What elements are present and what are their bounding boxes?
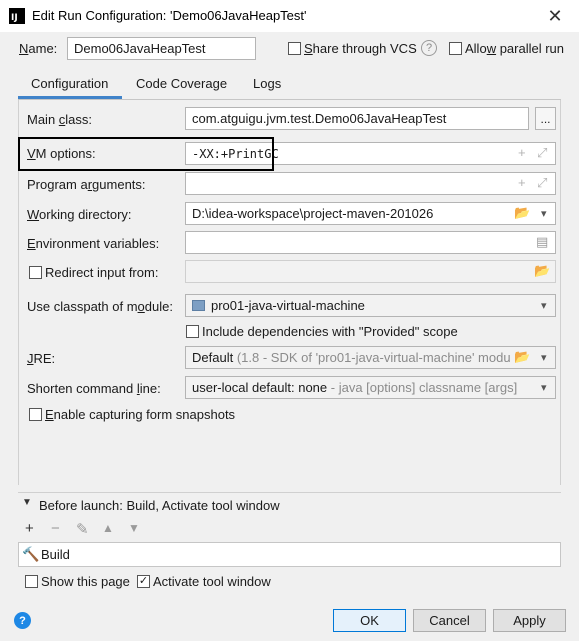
chevron-down-icon[interactable]: ▾ bbox=[541, 207, 547, 220]
activate-tool-window-label: Activate tool window bbox=[153, 574, 271, 589]
remove-icon[interactable]: − bbox=[51, 520, 60, 537]
ok-button[interactable]: OK bbox=[333, 609, 406, 632]
program-arguments-label: Program arguments: bbox=[27, 177, 146, 192]
show-this-page-label: Show this page bbox=[41, 574, 130, 589]
chevron-down-icon[interactable]: ▾ bbox=[541, 351, 547, 364]
help-question-icon[interactable]: ? bbox=[421, 40, 437, 56]
classpath-module-label: Use classpath of module: bbox=[27, 299, 173, 314]
folder-icon[interactable]: 📂 bbox=[514, 349, 530, 365]
main-class-value: com.atguigu.jvm.test.Demo06JavaHeapTest bbox=[192, 111, 447, 126]
redirect-input-checkbox[interactable] bbox=[29, 266, 42, 279]
classpath-module-value: pro01-java-virtual-machine bbox=[211, 298, 365, 313]
working-directory-value: D:\idea-workspace\project-maven-201026 bbox=[192, 206, 434, 221]
include-provided-label: Include dependencies with "Provided" sco… bbox=[202, 324, 458, 339]
move-down-icon[interactable]: ▼ bbox=[128, 521, 140, 535]
allow-parallel-label: Allow parallel run bbox=[465, 41, 565, 56]
folder-icon[interactable]: 📂 bbox=[514, 205, 530, 221]
apply-button[interactable]: Apply bbox=[493, 609, 566, 632]
include-provided-checkbox[interactable] bbox=[186, 325, 199, 338]
hammer-icon: 🔨 bbox=[22, 546, 40, 562]
name-field[interactable]: Demo06JavaHeapTest bbox=[67, 37, 256, 60]
add-icon[interactable]: + bbox=[25, 520, 34, 537]
main-class-field[interactable]: com.atguigu.jvm.test.Demo06JavaHeapTest bbox=[185, 107, 529, 130]
program-arguments-field[interactable] bbox=[185, 172, 556, 195]
move-up-icon[interactable]: ▲ bbox=[102, 521, 114, 535]
separator bbox=[18, 492, 561, 493]
name-label: Name: bbox=[19, 41, 58, 56]
before-launch-task-list bbox=[18, 542, 561, 567]
intellij-app-icon: IJ bbox=[9, 8, 25, 24]
jre-hint: (1.8 - SDK of 'pro01-java-virtual-machin… bbox=[236, 350, 511, 365]
working-directory-field[interactable]: D:\idea-workspace\project-maven-201026 bbox=[185, 202, 556, 225]
tab-code-coverage[interactable]: Code Coverage bbox=[136, 76, 227, 100]
chevron-down-icon[interactable]: ▾ bbox=[541, 381, 547, 394]
folder-icon: 📂 bbox=[534, 263, 551, 278]
collapse-triangle-icon[interactable]: ▼ bbox=[22, 497, 32, 508]
environment-variables-field[interactable] bbox=[185, 231, 556, 254]
before-launch-label[interactable]: Before launch: Build, Activate tool wind… bbox=[39, 498, 280, 513]
name-value: Demo06JavaHeapTest bbox=[74, 41, 206, 56]
show-this-page-checkbox[interactable] bbox=[25, 575, 38, 588]
allow-parallel-checkbox[interactable] bbox=[449, 42, 462, 55]
add-plus-icon[interactable]: + bbox=[518, 145, 526, 160]
browse-main-class-button[interactable]: ... bbox=[535, 107, 556, 130]
capture-snapshots-label: Enable capturing form snapshots bbox=[45, 407, 236, 422]
cancel-button[interactable]: Cancel bbox=[413, 609, 486, 632]
shorten-command-line-dropdown[interactable]: user-local default: none - java [options… bbox=[185, 376, 556, 399]
add-plus-icon[interactable]: + bbox=[518, 175, 526, 190]
shorten-command-line-value: user-local default: none bbox=[192, 380, 328, 395]
window-title: Edit Run Configuration: 'Demo06JavaHeapT… bbox=[32, 8, 307, 23]
capture-snapshots-checkbox[interactable] bbox=[29, 408, 42, 421]
close-icon[interactable]: ✕ bbox=[543, 4, 567, 28]
jre-value: Default bbox=[192, 350, 234, 365]
document-icon[interactable]: ▤ bbox=[536, 234, 548, 250]
tab-logs[interactable]: Logs bbox=[253, 76, 281, 100]
expand-icon[interactable]: ⤢ bbox=[537, 175, 547, 191]
tabs-divider bbox=[18, 99, 561, 100]
edit-pencil-icon[interactable]: ✎ bbox=[76, 520, 89, 538]
share-vcs-checkbox[interactable] bbox=[288, 42, 301, 55]
share-vcs-label: Share through VCS bbox=[304, 41, 417, 56]
classpath-module-dropdown[interactable]: pro01-java-virtual-machine bbox=[185, 294, 556, 317]
environment-variables-label: Environment variables: bbox=[27, 236, 160, 251]
expand-icon[interactable]: ⤢ bbox=[537, 145, 547, 161]
working-directory-label: Working directory: bbox=[27, 207, 132, 222]
build-task-item[interactable]: Build bbox=[41, 547, 70, 562]
redirect-input-field bbox=[185, 260, 556, 283]
main-class-label: Main class: bbox=[27, 112, 93, 127]
jre-dropdown[interactable]: Default (1.8 - SDK of 'pro01-java-virtua… bbox=[185, 346, 556, 369]
module-folder-icon bbox=[192, 300, 205, 311]
help-icon[interactable]: ? bbox=[14, 612, 31, 629]
redirect-input-label: Redirect input from: bbox=[45, 265, 159, 280]
shorten-command-line-label: Shorten command line: bbox=[27, 381, 161, 396]
activate-tool-window-checkbox[interactable]: ✓ bbox=[137, 575, 150, 588]
vm-options-highlight-box bbox=[18, 137, 274, 171]
chevron-down-icon[interactable]: ▾ bbox=[541, 299, 547, 312]
jre-label: JRE: bbox=[27, 351, 56, 366]
panel-border-right bbox=[560, 100, 561, 485]
shorten-command-line-hint: - java [options] classname [args] bbox=[330, 380, 518, 395]
